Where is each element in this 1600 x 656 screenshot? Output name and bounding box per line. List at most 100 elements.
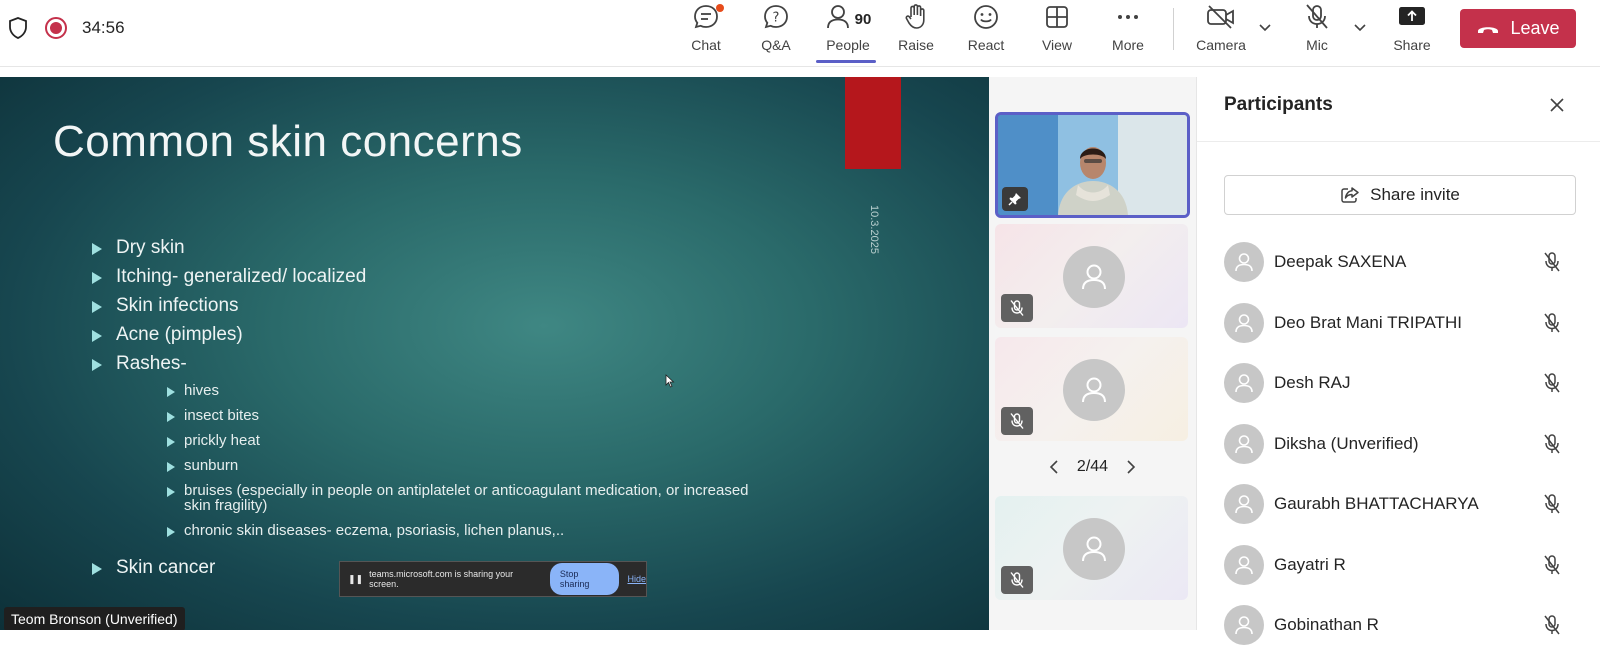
more-label: More	[1112, 37, 1144, 53]
people-label: People	[826, 37, 870, 53]
meeting-toolbar: 34:56 Chat ? Q&A 90 People Raise React V…	[0, 0, 1600, 67]
previous-page-chevron-icon[interactable]	[1049, 459, 1059, 475]
pin-icon[interactable]	[1002, 187, 1028, 211]
muted-mic-icon	[1542, 312, 1562, 339]
hide-link[interactable]: Hide	[627, 574, 646, 584]
muted-mic-icon	[1001, 566, 1033, 594]
camera-off-icon	[1206, 4, 1236, 35]
list-item[interactable]: Gobinathan R	[1224, 595, 1574, 656]
participant-tile[interactable]	[995, 224, 1188, 328]
list-item[interactable]: Diksha (Unverified)	[1224, 414, 1574, 475]
smiley-icon	[972, 3, 1000, 36]
muted-mic-icon	[1542, 554, 1562, 581]
stop-sharing-button[interactable]: Stop sharing	[549, 563, 620, 595]
muted-mic-icon	[1542, 614, 1562, 641]
participant-name: Gaurabh BHATTACHARYA	[1274, 494, 1479, 514]
participant-name: Desh RAJ	[1274, 373, 1351, 393]
bullet-item: Dry skin	[92, 237, 366, 266]
panel-divider	[1197, 141, 1600, 142]
camera-button[interactable]: Camera	[1189, 2, 1253, 62]
people-icon	[825, 3, 851, 36]
avatar	[1224, 423, 1264, 464]
mic-button[interactable]: Mic	[1286, 2, 1348, 62]
react-label: React	[967, 37, 1005, 53]
sub-bullet-item: bruises (especially in people on antipla…	[167, 483, 764, 513]
people-count: 90	[854, 10, 872, 28]
phone-hangup-icon	[1478, 26, 1499, 33]
slide-date: 10.3.2025	[868, 205, 880, 254]
participant-list: Deepak SAXENA Deo Brat Mani TRIPATHI Des…	[1224, 232, 1574, 656]
share-notice-text: teams.microsoft.com is sharing your scre…	[369, 569, 514, 589]
qa-button[interactable]: ? Q&A	[745, 2, 807, 62]
participant-name: Deo Brat Mani TRIPATHI	[1274, 312, 1462, 332]
raise-hand-button[interactable]: Raise	[885, 2, 947, 62]
active-tab-indicator	[816, 60, 876, 63]
avatar	[1063, 518, 1125, 580]
avatar	[1224, 363, 1264, 404]
pinned-video-tile[interactable]	[995, 112, 1190, 218]
bullet-item: Acne (pimples)	[92, 324, 366, 353]
gallery-pager: 2/44	[989, 458, 1196, 476]
mic-options-chevron-icon[interactable]	[1350, 18, 1370, 38]
list-item[interactable]: Gayatri R	[1224, 535, 1574, 596]
view-button[interactable]: View	[1026, 2, 1088, 62]
more-button[interactable]: More	[1097, 2, 1159, 62]
share-invite-button[interactable]: Share invite	[1224, 175, 1576, 215]
panel-title: Participants	[1224, 94, 1333, 115]
close-icon[interactable]	[1545, 93, 1569, 117]
participants-panel: Participants Share invite Deepak SAXENA …	[1196, 77, 1600, 646]
shared-screen: 10.3.2025 Common skin concerns Dry skin …	[0, 77, 989, 630]
meeting-timer: 34:56	[82, 18, 125, 37]
sub-bullet-item: prickly heat	[167, 433, 764, 448]
leave-label: Leave	[1510, 18, 1560, 38]
toolbar-divider	[1173, 8, 1174, 50]
pause-icon: ❚❚	[348, 573, 364, 584]
next-page-chevron-icon[interactable]	[1126, 459, 1136, 475]
muted-mic-icon	[1542, 251, 1562, 278]
slide-title: Common skin concerns	[53, 117, 523, 166]
recording-icon	[42, 14, 70, 42]
list-item[interactable]: Gaurabh BHATTACHARYA	[1224, 474, 1574, 535]
shield-icon[interactable]	[4, 14, 32, 42]
share-invite-label: Share invite	[1370, 185, 1460, 204]
slide-accent-bar	[845, 77, 901, 169]
sub-bullet-item: chronic skin diseases- eczema, psoriasis…	[167, 523, 764, 538]
mic-label: Mic	[1306, 37, 1328, 53]
share-button[interactable]: Share	[1381, 2, 1443, 62]
camera-options-chevron-icon[interactable]	[1255, 18, 1275, 38]
people-button[interactable]: 90 People	[813, 2, 883, 62]
bullet-item: Rashes-	[92, 353, 366, 382]
chat-label: Chat	[691, 37, 721, 53]
chat-button[interactable]: Chat	[675, 2, 737, 62]
list-item[interactable]: Deepak SAXENA	[1224, 232, 1574, 293]
participant-name: Deepak SAXENA	[1274, 252, 1407, 272]
avatar	[1063, 359, 1125, 421]
avatar	[1224, 605, 1264, 646]
avatar	[1224, 484, 1264, 525]
participant-tile[interactable]	[995, 337, 1188, 441]
avatar	[1063, 246, 1125, 308]
participant-tile[interactable]	[995, 496, 1188, 600]
leave-button[interactable]: Leave	[1460, 9, 1576, 48]
muted-mic-icon	[1001, 407, 1033, 435]
bullet-item: Skin infections	[92, 295, 366, 324]
avatar	[1224, 544, 1264, 585]
svg-text:?: ?	[773, 10, 780, 25]
participant-name: Diksha (Unverified)	[1274, 433, 1419, 453]
screen-share-notification: ❚❚ teams.microsoft.com is sharing your s…	[339, 561, 647, 597]
more-icon	[1115, 4, 1141, 35]
sub-bullet-item: insect bites	[167, 408, 764, 423]
list-item[interactable]: Deo Brat Mani TRIPATHI	[1224, 293, 1574, 354]
sub-bullet-item: sunburn	[167, 458, 764, 473]
grid-icon	[1044, 4, 1070, 35]
muted-mic-icon	[1542, 433, 1562, 460]
view-label: View	[1041, 37, 1073, 53]
muted-mic-icon	[1542, 372, 1562, 399]
list-item[interactable]: Desh RAJ	[1224, 353, 1574, 414]
qa-icon: ?	[762, 3, 790, 36]
hand-icon	[903, 3, 929, 36]
mic-off-icon	[1304, 3, 1330, 36]
video-gallery-strip: 2/44	[989, 77, 1196, 630]
raise-label: Raise	[898, 37, 934, 53]
react-button[interactable]: React	[955, 2, 1017, 62]
